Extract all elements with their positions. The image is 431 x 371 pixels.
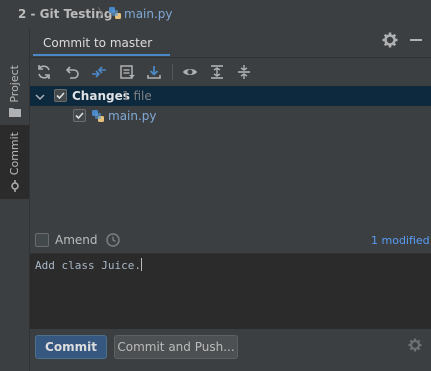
commit-message-editor[interactable]: Add class Juice. <box>30 253 431 330</box>
chevron-down-icon[interactable] <box>35 91 45 105</box>
commit-and-push-button[interactable]: Commit and Push... <box>114 335 238 359</box>
changes-tree: Changes 1 file main.py <box>30 86 431 230</box>
file-row[interactable]: main.py <box>30 106 431 126</box>
amend-label[interactable]: Amend <box>55 233 98 247</box>
toolbar-divider <box>172 64 173 80</box>
collapse-all-icon[interactable] <box>234 62 254 82</box>
changes-checkbox[interactable] <box>54 89 67 102</box>
amend-checkbox[interactable] <box>35 233 49 247</box>
rollback-icon[interactable] <box>62 62 82 82</box>
navigation-bar: 2 - Git Testing 〉 main.py <box>0 0 431 30</box>
python-file-icon <box>91 109 105 126</box>
gear-icon[interactable] <box>408 338 424 354</box>
commit-toolbar <box>30 57 431 86</box>
changes-count: 1 file <box>122 89 152 103</box>
text-caret <box>140 258 142 271</box>
commit-message-text: Add class Juice. <box>35 259 141 272</box>
expand-all-icon[interactable] <box>207 62 227 82</box>
file-checkbox[interactable] <box>73 109 86 122</box>
python-file-icon <box>108 6 122 23</box>
file-name: main.py <box>108 109 157 123</box>
changes-group-row[interactable]: Changes 1 file <box>30 86 431 106</box>
changelist-icon[interactable] <box>117 62 137 82</box>
tab-project-label: Project <box>8 65 21 103</box>
refresh-icon[interactable] <box>34 62 54 82</box>
gear-icon[interactable] <box>382 32 400 50</box>
folder-icon <box>8 107 21 117</box>
tab-project[interactable]: Project <box>0 63 29 119</box>
commit-button[interactable]: Commit <box>35 335 107 359</box>
show-diff-icon[interactable] <box>89 62 109 82</box>
minimize-icon[interactable] <box>408 32 426 50</box>
tab-commit-label: Commit <box>8 132 21 176</box>
update-icon[interactable] <box>144 62 164 82</box>
tab-commit[interactable]: Commit <box>0 125 29 199</box>
commit-icon <box>10 179 19 192</box>
amend-row: Amend 1 modified <box>30 229 431 253</box>
panel-title[interactable]: Commit to master <box>43 36 152 50</box>
eye-icon[interactable] <box>180 62 200 82</box>
history-icon[interactable] <box>105 232 121 251</box>
panel-header: Commit to master <box>30 29 431 56</box>
commit-actions: Commit Commit and Push... <box>30 329 431 371</box>
active-tab-indicator <box>33 54 170 56</box>
modified-count-link[interactable]: 1 modified <box>371 234 430 247</box>
tool-window-strip: Project Commit <box>0 29 30 371</box>
breadcrumb-file[interactable]: main.py <box>124 7 173 21</box>
